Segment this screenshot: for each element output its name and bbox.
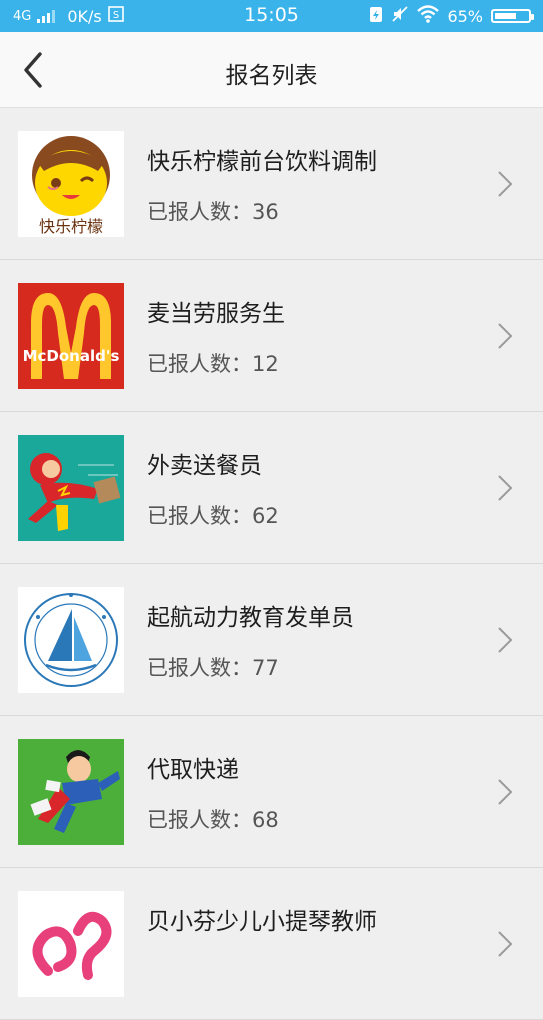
item-title: 麦当劳服务生 <box>147 301 285 327</box>
list-item[interactable]: McDonald's 麦当劳服务生 已报人数：12 <box>0 260 543 412</box>
flying-courier-logo <box>18 435 124 541</box>
battery-percent: 65% <box>447 6 483 26</box>
chevron-right-icon <box>498 931 513 957</box>
logo-text: McDonald's <box>23 347 120 365</box>
happy-lemon-logo: 快乐柠檬 <box>18 131 124 237</box>
navigation-bar: 报名列表 <box>0 32 543 108</box>
list-item[interactable]: 贝小芬少儿小提琴教师 <box>0 868 543 1020</box>
item-title: 起航动力教育发单员 <box>147 605 354 631</box>
superhero-delivery-logo <box>18 739 124 845</box>
item-title: 代取快递 <box>147 757 239 783</box>
list-item[interactable]: 外卖送餐员 已报人数：62 <box>0 412 543 564</box>
battery-fill <box>495 13 516 19</box>
signup-count: 已报人数：62 <box>147 504 279 528</box>
sailboat-education-logo <box>18 587 124 693</box>
signup-count: 已报人数：77 <box>147 656 279 680</box>
chevron-right-icon <box>498 171 513 197</box>
mute-icon <box>391 5 409 27</box>
page-title: 报名列表 <box>225 63 318 89</box>
charging-icon <box>369 5 383 27</box>
item-title: 贝小芬少儿小提琴教师 <box>147 909 377 935</box>
status-right: 65% <box>369 5 534 27</box>
chevron-right-icon <box>498 627 513 653</box>
mcdonalds-logo: McDonald's <box>18 283 124 389</box>
chevron-right-icon <box>498 323 513 349</box>
item-title: 快乐柠檬前台饮料调制 <box>147 149 377 175</box>
signup-count: 已报人数：12 <box>147 352 279 376</box>
chevron-right-icon <box>498 475 513 501</box>
logo-text: 快乐柠檬 <box>39 217 103 236</box>
list-item[interactable]: 代取快递 已报人数：68 <box>0 716 543 868</box>
chevron-right-icon <box>498 779 513 805</box>
list-item[interactable]: 快乐柠檬 快乐柠檬前台饮料调制 已报人数：36 <box>0 108 543 260</box>
battery-icon <box>491 9 534 23</box>
status-bar: 4G 0K/s S 15:05 65% <box>0 0 543 32</box>
list-item[interactable]: 起航动力教育发单员 已报人数：77 <box>0 564 543 716</box>
signup-count: 已报人数：68 <box>147 808 279 832</box>
pink-violin-logo <box>18 891 124 997</box>
signup-count: 已报人数：36 <box>147 200 279 224</box>
signup-list: 快乐柠檬 快乐柠檬前台饮料调制 已报人数：36 McDonald's 麦当劳服务… <box>0 108 543 1020</box>
item-title: 外卖送餐员 <box>147 453 262 479</box>
wifi-icon <box>417 5 440 27</box>
